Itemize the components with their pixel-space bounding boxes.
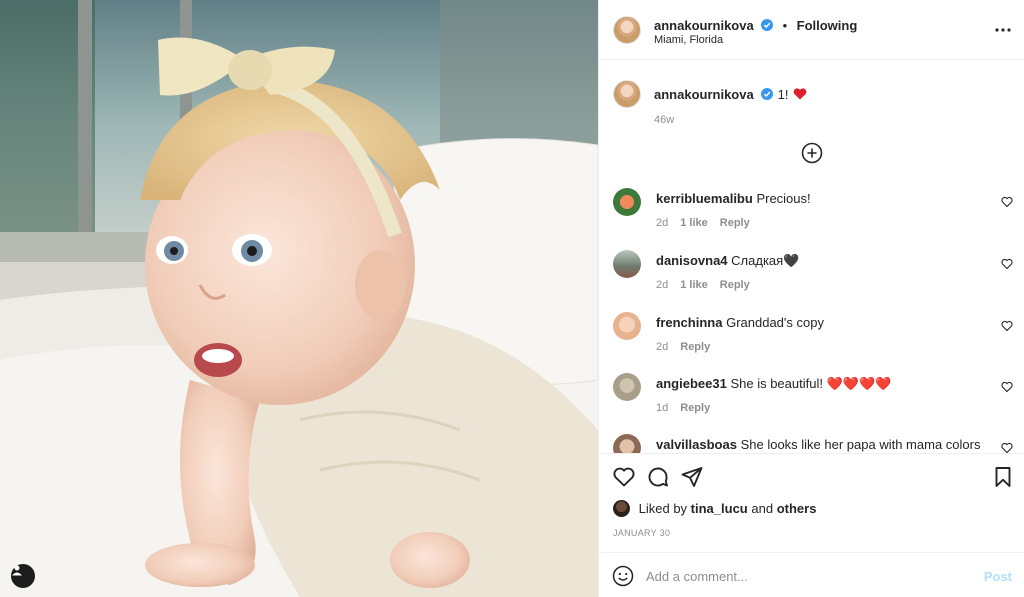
comment-likes[interactable]: 1 like [680,217,708,229]
comment-meta: 2d 1 like Reply [656,217,762,229]
likes-summary: Liked by tina_lucu and others [613,500,816,517]
heart-icon[interactable] [1001,196,1013,208]
caption-line: annakournikova 1! [654,86,954,104]
comment-meta: 1d Reply [656,402,722,414]
commenter-username[interactable]: angiebee31 [656,376,727,391]
heart-icon[interactable] [1001,320,1013,332]
verified-icon [761,19,774,31]
comment-item: valvillasboas She looks like her papa wi… [613,434,1013,453]
post-location[interactable]: Miami, Florida [654,34,723,46]
baby-photo-illustration [0,0,598,597]
caption-username[interactable]: annakournikova [654,87,754,102]
likes-joiner: and [751,501,774,516]
post-date[interactable]: JANUARY 30 [613,528,670,538]
liker-username[interactable]: tina_lucu [691,501,748,516]
heart-icon[interactable] [612,465,636,489]
heart-icon[interactable] [1001,442,1013,453]
commenter-username[interactable]: danisovna4 [656,253,728,268]
post-side-panel: annakournikova • Following Miami, Florid… [598,0,1024,597]
comment-item: kerribluemalibu Precious! 2d 1 like Reply [613,188,1013,238]
commenter-avatar[interactable] [613,434,641,453]
comment-meta: 2d Reply [656,341,722,353]
comment-text-line: angiebee31 She is beautiful! ❤️❤️❤️❤️ [656,375,986,392]
more-options-icon[interactable] [993,20,1013,40]
comment-text-line: kerribluemalibu Precious! [656,190,986,207]
reply-button[interactable]: Reply [720,217,750,229]
caption-avatar[interactable] [613,80,641,108]
post-photo[interactable] [0,0,598,597]
emoji-icon[interactable] [612,565,634,587]
comment-text: Granddad's copy [726,315,824,330]
red-heart-emoji-icon [793,88,807,100]
comments-section[interactable]: annakournikova 1! 46w kerribluemalibu Pr… [599,60,1024,453]
verified-icon [761,88,774,100]
post-header: annakournikova • Following Miami, Florid… [599,0,1024,60]
comment-meta: 2d 1 like Reply [656,279,762,291]
comment-text: She is beautiful! ❤️❤️❤️❤️ [730,376,892,391]
separator-dot: • [782,18,788,33]
comment-input[interactable] [646,565,966,587]
commenter-avatar[interactable] [613,188,641,216]
comment-item: angiebee31 She is beautiful! ❤️❤️❤️❤️ 1d… [613,373,1013,423]
comment-time: 2d [656,279,669,291]
bookmark-icon[interactable] [991,465,1015,489]
user-tag-icon [12,565,22,576]
comment-icon[interactable] [646,465,670,489]
comment-item: frenchinna Granddad's copy 2d Reply [613,312,1013,362]
comment-text-line: frenchinna Granddad's copy [656,314,986,331]
author-avatar[interactable] [613,16,641,44]
comment-time: 1d [656,402,669,414]
commenter-username[interactable]: kerribluemalibu [656,191,753,206]
commenter-avatar[interactable] [613,312,641,340]
load-more-icon[interactable] [801,142,823,164]
commenter-avatar[interactable] [613,250,641,278]
post-actions-bar [599,453,1024,493]
heart-icon[interactable] [1001,381,1013,393]
comment-text-line: valvillasboas She looks like her papa wi… [656,436,986,453]
user-tag-button[interactable] [11,564,35,588]
comment-time: 2d [656,341,669,353]
commenter-avatar[interactable] [613,373,641,401]
comment-text: Precious! [756,191,811,206]
author-username[interactable]: annakournikova [654,18,754,33]
following-button[interactable]: Following [797,18,858,33]
comment-item: danisovna4 Сладкая🖤 2d 1 like Reply [613,250,1013,300]
reply-button[interactable]: Reply [720,279,750,291]
heart-icon[interactable] [1001,258,1013,270]
commenter-username[interactable]: valvillasboas [656,437,737,452]
share-icon[interactable] [680,465,704,489]
caption-text: 1! [777,87,789,102]
comment-text: Сладкая🖤 [731,253,800,268]
likes-others-link[interactable]: others [777,501,817,516]
reply-button[interactable]: Reply [680,402,710,414]
liker-avatar[interactable] [613,500,630,517]
add-comment-bar: Post [599,552,1024,597]
comment-text-line: danisovna4 Сладкая🖤 [656,252,986,269]
likes-prefix: Liked by [638,501,688,516]
commenter-username[interactable]: frenchinna [656,315,722,330]
author-info: annakournikova • Following [654,17,857,35]
caption-time: 46w [654,114,675,126]
post-comment-button[interactable]: Post [984,569,1012,584]
comment-time: 2d [656,217,669,229]
reply-button[interactable]: Reply [680,341,710,353]
comment-likes[interactable]: 1 like [680,279,708,291]
